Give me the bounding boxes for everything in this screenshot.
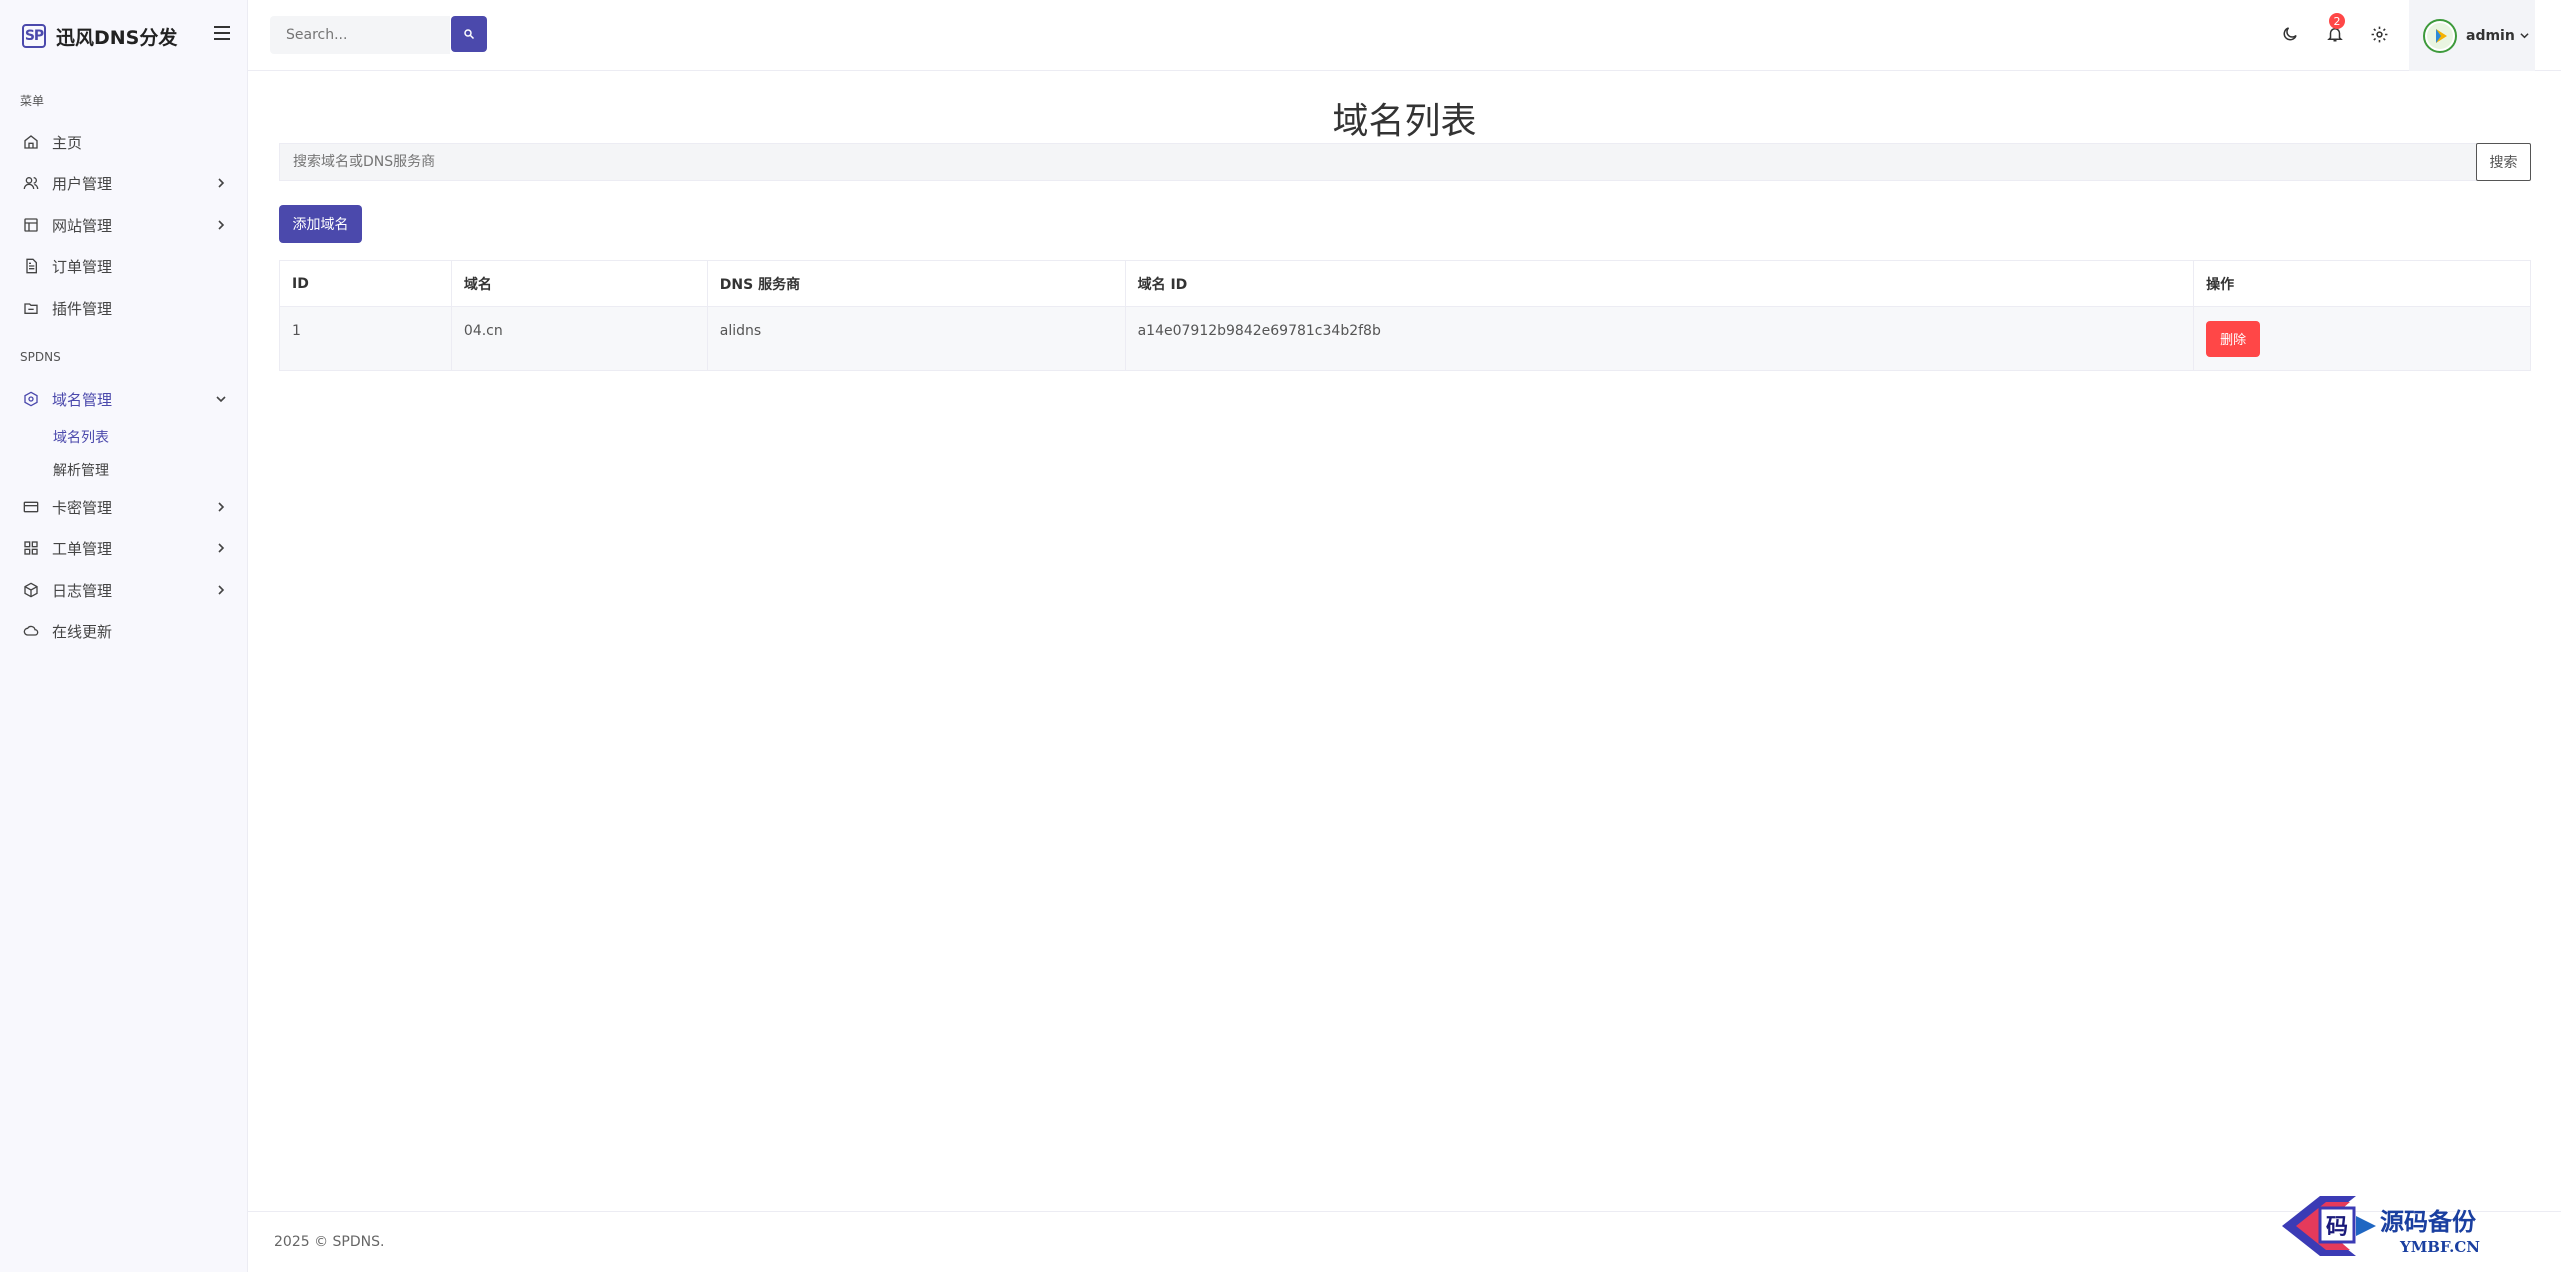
cell-id: 1 [279,306,452,371]
sidebar-item-label: 在线更新 [52,622,113,641]
sidebar-item-cards[interactable]: 卡密管理 [22,493,232,521]
sidebar-item-plugins[interactable]: 插件管理 [22,294,232,322]
delete-button[interactable]: 删除 [2206,320,2261,357]
sidebar-item-tickets[interactable]: 工单管理 [22,534,232,562]
credit-card-icon [22,498,40,516]
theme-toggle-button[interactable] [2278,22,2302,46]
chevron-right-icon [214,218,228,232]
top-header [248,0,2561,71]
brand[interactable]: SP 迅风DNS分发 [22,20,177,52]
watermark-sub: YMBF.CN [2399,1238,2480,1256]
menu-toggle-icon[interactable] [214,26,230,40]
settings-button[interactable] [2367,22,2391,46]
sidebar-item-users[interactable]: 用户管理 [22,169,232,197]
search-input[interactable] [270,16,450,54]
sidebar-item-websites[interactable]: 网站管理 [22,211,232,239]
sidebar-subitem-dns-records[interactable]: 解析管理 [53,460,109,480]
sidebar-item-domains[interactable]: 域名管理 [22,385,232,413]
section-menu-label: 菜单 [20,94,45,108]
sidebar-item-label: 订单管理 [52,257,113,276]
watermark-logo: 码 源码备份 YMBF.CN [2280,1190,2540,1260]
footer: 2025 © SPDNS. [248,1211,2561,1272]
chevron-right-icon [214,176,228,190]
cell-provider: alidns [706,306,1126,371]
cell-domain-id: a14e07912b9842e69781c34b2f8b [1124,306,2195,371]
table-header-row: ID 域名 DNS 服务商 域名 ID 操作 [279,260,2531,307]
gear-icon [2371,26,2387,42]
sidebar-item-label: 用户管理 [52,174,113,193]
column-header-domain: 域名 [450,260,708,307]
table-row: 1 04.cn alidns a14e07912b9842e69781c34b2… [279,306,2531,371]
users-icon [22,174,40,192]
sidebar-item-home[interactable]: 主页 [22,128,232,156]
layout-icon [22,216,40,234]
grid-icon [22,539,40,557]
notification-badge: 2 [2329,13,2345,29]
sidebar-item-label: 域名管理 [52,390,113,409]
cell-actions: 删除 [2193,306,2531,371]
add-domain-button[interactable]: 添加域名 [279,205,362,243]
cell-domain: 04.cn [450,306,708,371]
chevron-down-icon [214,392,228,406]
sidebar-item-label: 网站管理 [52,216,113,235]
chevron-down-icon [2520,31,2530,41]
sidebar-item-label: 主页 [52,133,83,152]
chevron-right-icon [214,583,228,597]
user-menu[interactable]: admin [2409,0,2535,71]
home-icon [22,133,40,151]
search-icon [464,29,475,40]
play-logo-icon [2427,22,2453,49]
domain-search-input[interactable] [279,143,2477,181]
sidebar-item-orders[interactable]: 订单管理 [22,252,232,280]
watermark-text: 源码备份 [2380,1207,2477,1236]
user-name: admin [2466,27,2515,44]
folder-icon [22,299,40,317]
column-header-id: ID [279,260,452,307]
sidebar: SP 迅风DNS分发 菜单 主页 用户管理 网站管理 订单管理 插件管理 SPD… [0,0,248,1272]
sidebar-subitem-domain-list[interactable]: 域名列表 [53,427,109,447]
sidebar-item-update[interactable]: 在线更新 [22,617,232,645]
moon-icon [2283,27,2297,41]
watermark-char: 码 [2326,1214,2348,1240]
column-header-actions: 操作 [2193,260,2531,307]
box-icon [22,581,40,599]
section-spdns-label: SPDNS [20,350,61,364]
sidebar-item-label: 日志管理 [52,581,113,600]
page-title: 域名列表 [1332,101,1477,142]
sidebar-item-label: 插件管理 [52,299,113,318]
column-header-provider: DNS 服务商 [706,260,1126,307]
chevron-right-icon [214,541,228,555]
column-header-domain-id: 域名 ID [1124,260,2195,307]
sidebar-item-label: 工单管理 [52,539,113,558]
domain-search-button[interactable]: 搜索 [2476,143,2531,181]
domain-table: ID 域名 DNS 服务商 域名 ID 操作 1 04.cn alidns a1… [279,260,2531,371]
sidebar-item-label: 卡密管理 [52,498,113,517]
brand-logo: SP [22,24,46,48]
hexagon-icon [22,390,40,408]
file-text-icon [22,257,40,275]
sidebar-item-logs[interactable]: 日志管理 [22,576,232,604]
footer-copyright: 2025 © SPDNS. [274,1234,385,1250]
search-button[interactable] [451,16,487,52]
brand-name: 迅风DNS分发 [56,26,178,49]
avatar [2423,18,2457,53]
chevron-right-icon [214,500,228,514]
cloud-icon [22,622,40,640]
